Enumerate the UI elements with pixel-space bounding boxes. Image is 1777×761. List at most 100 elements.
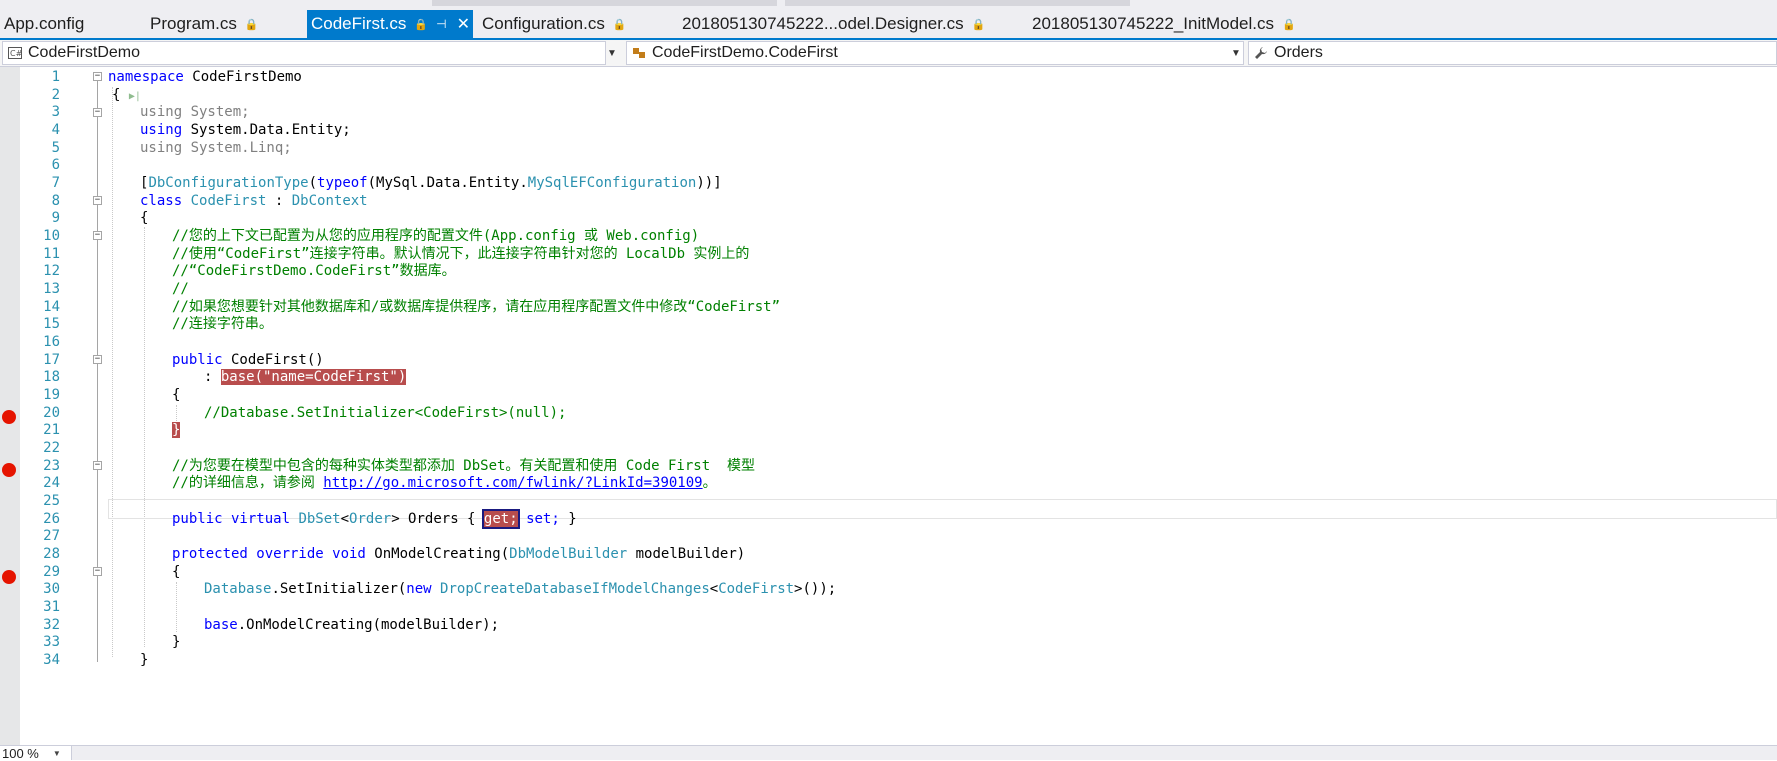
- pin-icon[interactable]: ⊣: [436, 17, 446, 31]
- code-line: base.OnModelCreating(modelBuilder);: [204, 617, 500, 633]
- zoom-dropdown[interactable]: 100 % ▼: [0, 745, 72, 761]
- code-line: { ▶|: [112, 87, 141, 103]
- collapse-icon[interactable]: −: [93, 196, 102, 205]
- tab-label: 201805130745222...odel.Designer.cs: [682, 14, 964, 33]
- breakpoint-icon[interactable]: [2, 570, 16, 584]
- tab-initmodel-cs[interactable]: 201805130745222_InitModel.cs 🔒: [1028, 10, 1304, 38]
- code-line: }: [172, 420, 181, 440]
- line-number: 18: [43, 369, 60, 385]
- tab-codefirst-cs[interactable]: CodeFirst.cs 🔒 ⊣ ✕: [307, 10, 473, 38]
- lock-icon: 🔒: [414, 18, 429, 31]
- line-number: 1: [51, 69, 60, 85]
- code-text-area[interactable]: namespace CodeFirstDemo { ▶| using Syste…: [108, 67, 1777, 745]
- project-name: CodeFirstDemo: [28, 44, 141, 61]
- code-line: //的详细信息，请参阅 http://go.microsoft.com/fwli…: [172, 475, 717, 491]
- line-number: 24: [43, 475, 60, 491]
- code-line: {: [172, 387, 181, 403]
- line-number: 27: [43, 528, 60, 544]
- line-number: 16: [43, 334, 60, 350]
- collapse-icon[interactable]: −: [93, 355, 102, 364]
- code-line: using System;: [140, 104, 250, 120]
- collapse-icon[interactable]: −: [93, 231, 102, 240]
- line-number: 25: [43, 493, 60, 509]
- close-icon[interactable]: ✕: [457, 14, 470, 34]
- tab-configuration-cs[interactable]: Configuration.cs 🔒: [478, 10, 635, 38]
- code-line: class CodeFirst : DbContext: [140, 193, 368, 209]
- line-number: 19: [43, 387, 60, 403]
- zoom-level: 100 %: [2, 745, 39, 761]
- line-number: 3: [51, 104, 60, 120]
- line-number: 31: [43, 599, 60, 615]
- line-number: 22: [43, 440, 60, 456]
- line-number: 7: [51, 175, 60, 191]
- outlining-margin[interactable]: − − − − − − −: [92, 67, 106, 745]
- tab-app-config[interactable]: App.config: [0, 10, 92, 38]
- line-number: 33: [43, 634, 60, 650]
- line-number: 4: [51, 122, 60, 138]
- indent-guide: [176, 405, 177, 421]
- tab-label: Program.cs: [150, 14, 237, 33]
- breakpoint-highlight: }: [172, 422, 181, 438]
- tab-label: App.config: [4, 14, 85, 33]
- tab-strip-decoration: [432, 0, 777, 6]
- tab-label: CodeFirst.cs: [311, 14, 407, 33]
- collapse-icon[interactable]: −: [93, 461, 102, 470]
- csharp-project-icon: C#: [7, 45, 23, 61]
- chevron-down-icon[interactable]: ▼: [604, 41, 620, 65]
- member-dropdown[interactable]: Orders: [1248, 41, 1777, 65]
- code-line: //: [172, 281, 189, 297]
- code-line: //“CodeFirstDemo.CodeFirst”数据库。: [172, 263, 456, 279]
- collapse-icon[interactable]: −: [93, 108, 102, 117]
- code-editor[interactable]: 1 2 3 4 5 6 7 8 9 10 11 12 13 14 15 16 1…: [0, 67, 1777, 745]
- code-line: }: [140, 652, 149, 668]
- tab-label: 201805130745222_InitModel.cs: [1032, 14, 1274, 33]
- lock-icon: 🔒: [971, 18, 986, 31]
- line-number: 10: [43, 228, 60, 244]
- code-line: {: [172, 564, 181, 580]
- breakpoint-icon[interactable]: [2, 463, 16, 477]
- type-dropdown[interactable]: CodeFirstDemo.CodeFirst: [626, 41, 1244, 65]
- wrench-icon: [1253, 45, 1269, 61]
- line-number-margin: 1 2 3 4 5 6 7 8 9 10 11 12 13 14 15 16 1…: [20, 67, 62, 745]
- tab-strip-decoration: [785, 0, 1130, 6]
- lock-icon: 🔒: [612, 18, 627, 31]
- line-number: 15: [43, 316, 60, 332]
- breakpoint-icon[interactable]: [2, 410, 16, 424]
- indent-guide: [176, 582, 177, 632]
- code-line: : base("name=CodeFirst"): [204, 369, 407, 385]
- code-line: Database.SetInitializer(new DropCreateDa…: [204, 581, 837, 597]
- help-link[interactable]: http://go.microsoft.com/fwlink/?LinkId=3…: [323, 475, 702, 491]
- lock-icon: 🔒: [1281, 18, 1296, 31]
- breakpoint-highlight: get;: [481, 509, 520, 529]
- code-line: public virtual DbSet<Order> Orders { get…: [172, 509, 577, 529]
- run-to-click-icon: ▶|: [128, 91, 141, 102]
- code-line: }: [172, 634, 181, 650]
- code-line: //您的上下文已配置为从您的应用程序的配置文件(App.config 或 Web…: [172, 228, 700, 244]
- chevron-down-icon[interactable]: ▼: [1228, 41, 1244, 65]
- code-line: namespace CodeFirstDemo: [108, 69, 302, 85]
- line-number: 28: [43, 546, 60, 562]
- line-number: 30: [43, 581, 60, 597]
- glyph-margin[interactable]: [0, 67, 20, 745]
- tab-model-designer-cs[interactable]: 201805130745222...odel.Designer.cs 🔒: [678, 10, 993, 38]
- line-number: 34: [43, 652, 60, 668]
- lock-icon: 🔒: [244, 18, 259, 31]
- line-number: 13: [43, 281, 60, 297]
- collapse-icon[interactable]: −: [93, 567, 102, 576]
- chevron-down-icon[interactable]: ▼: [53, 749, 61, 758]
- code-line: protected override void OnModelCreating(…: [172, 546, 746, 562]
- line-number: 6: [51, 157, 60, 173]
- collapse-icon[interactable]: −: [93, 72, 102, 81]
- project-dropdown[interactable]: C# CodeFirstDemo: [2, 41, 606, 65]
- class-icon: [631, 45, 647, 61]
- tab-label: Configuration.cs: [482, 14, 605, 33]
- indent-guide: [144, 227, 145, 647]
- svg-text:C#: C#: [10, 49, 22, 58]
- code-line: //连接字符串。: [172, 316, 273, 332]
- indent-guide: [112, 87, 113, 657]
- tab-program-cs[interactable]: Program.cs 🔒: [146, 10, 267, 38]
- document-tab-bar: App.config Program.cs 🔒 CodeFirst.cs 🔒 ⊣…: [0, 0, 1777, 40]
- line-number: 9: [51, 210, 60, 226]
- code-line: [DbConfigurationType(typeof(MySql.Data.E…: [140, 175, 722, 191]
- breakpoint-highlight: base("name=CodeFirst"): [220, 369, 407, 385]
